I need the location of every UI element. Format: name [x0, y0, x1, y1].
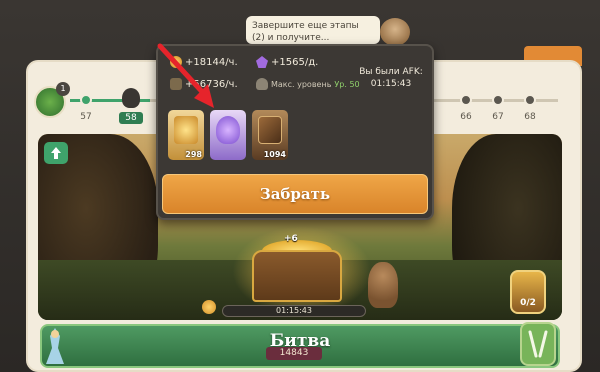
hamster-avatar-icon[interactable] [380, 18, 410, 46]
afk-chest[interactable] [252, 250, 342, 302]
stage-dot [80, 94, 92, 106]
stage-badge-count: 1 [56, 82, 70, 96]
current-stage-marker-icon [122, 88, 140, 108]
gold-pile-icon [174, 116, 198, 144]
swords-icon [528, 330, 548, 358]
game-screen: 1 57 58 66 67 68 +6 01:15:43 0/2 Битва 1… [0, 0, 600, 372]
stage-number: 66 [460, 112, 472, 122]
stage-number-current: 58 [119, 112, 143, 124]
level-cap-icon [256, 78, 268, 90]
afk-time: 01:15:43 [370, 79, 412, 89]
claim-button[interactable]: Забрать [162, 174, 428, 214]
xp-book-icon [258, 116, 282, 144]
battle-button[interactable]: Битва [40, 324, 560, 368]
coin-icon [202, 300, 216, 314]
max-level-row: Макс. уровень Ур. 50 [256, 78, 360, 90]
stage-number: 67 [492, 112, 504, 122]
stage-number: 57 [80, 112, 92, 122]
crystal-rate: +1565/д. [271, 56, 319, 68]
battle-power: 14843 [266, 347, 322, 360]
stage-dot [524, 94, 536, 106]
potion-icon [216, 116, 240, 144]
crystal-rate-row: +1565/д. [256, 56, 318, 68]
hero-slot-count: 0/2 [520, 298, 536, 308]
formation-button[interactable] [520, 322, 556, 366]
red-pointer-arrow-icon [157, 43, 214, 108]
afk-timer-text: 01:15:43 [276, 306, 312, 315]
stage-dot [492, 94, 504, 106]
bear-character-icon [368, 262, 398, 308]
reward-amount: 1094 [263, 150, 286, 159]
afk-timer-bar: 01:15:43 [222, 305, 366, 317]
crystal-icon [256, 56, 268, 68]
afk-title: Вы были AFK: [359, 67, 423, 77]
stage-number: 68 [524, 112, 536, 122]
reward-amount: 298 [185, 150, 202, 159]
hint-bubble: Завершите еще этапы (2) и получите... [246, 16, 380, 44]
reward-book[interactable]: 1094 [252, 110, 288, 160]
stage-dot [460, 94, 472, 106]
afk-duration: Вы были AFK: 01:15:43 [356, 66, 426, 90]
elf-hero-icon [46, 328, 64, 364]
arrow-up-button[interactable] [44, 142, 68, 164]
chest-bonus: +6 [284, 234, 298, 244]
max-level-label: Макс. уровень [271, 79, 332, 89]
arrow-up-icon [51, 147, 61, 159]
